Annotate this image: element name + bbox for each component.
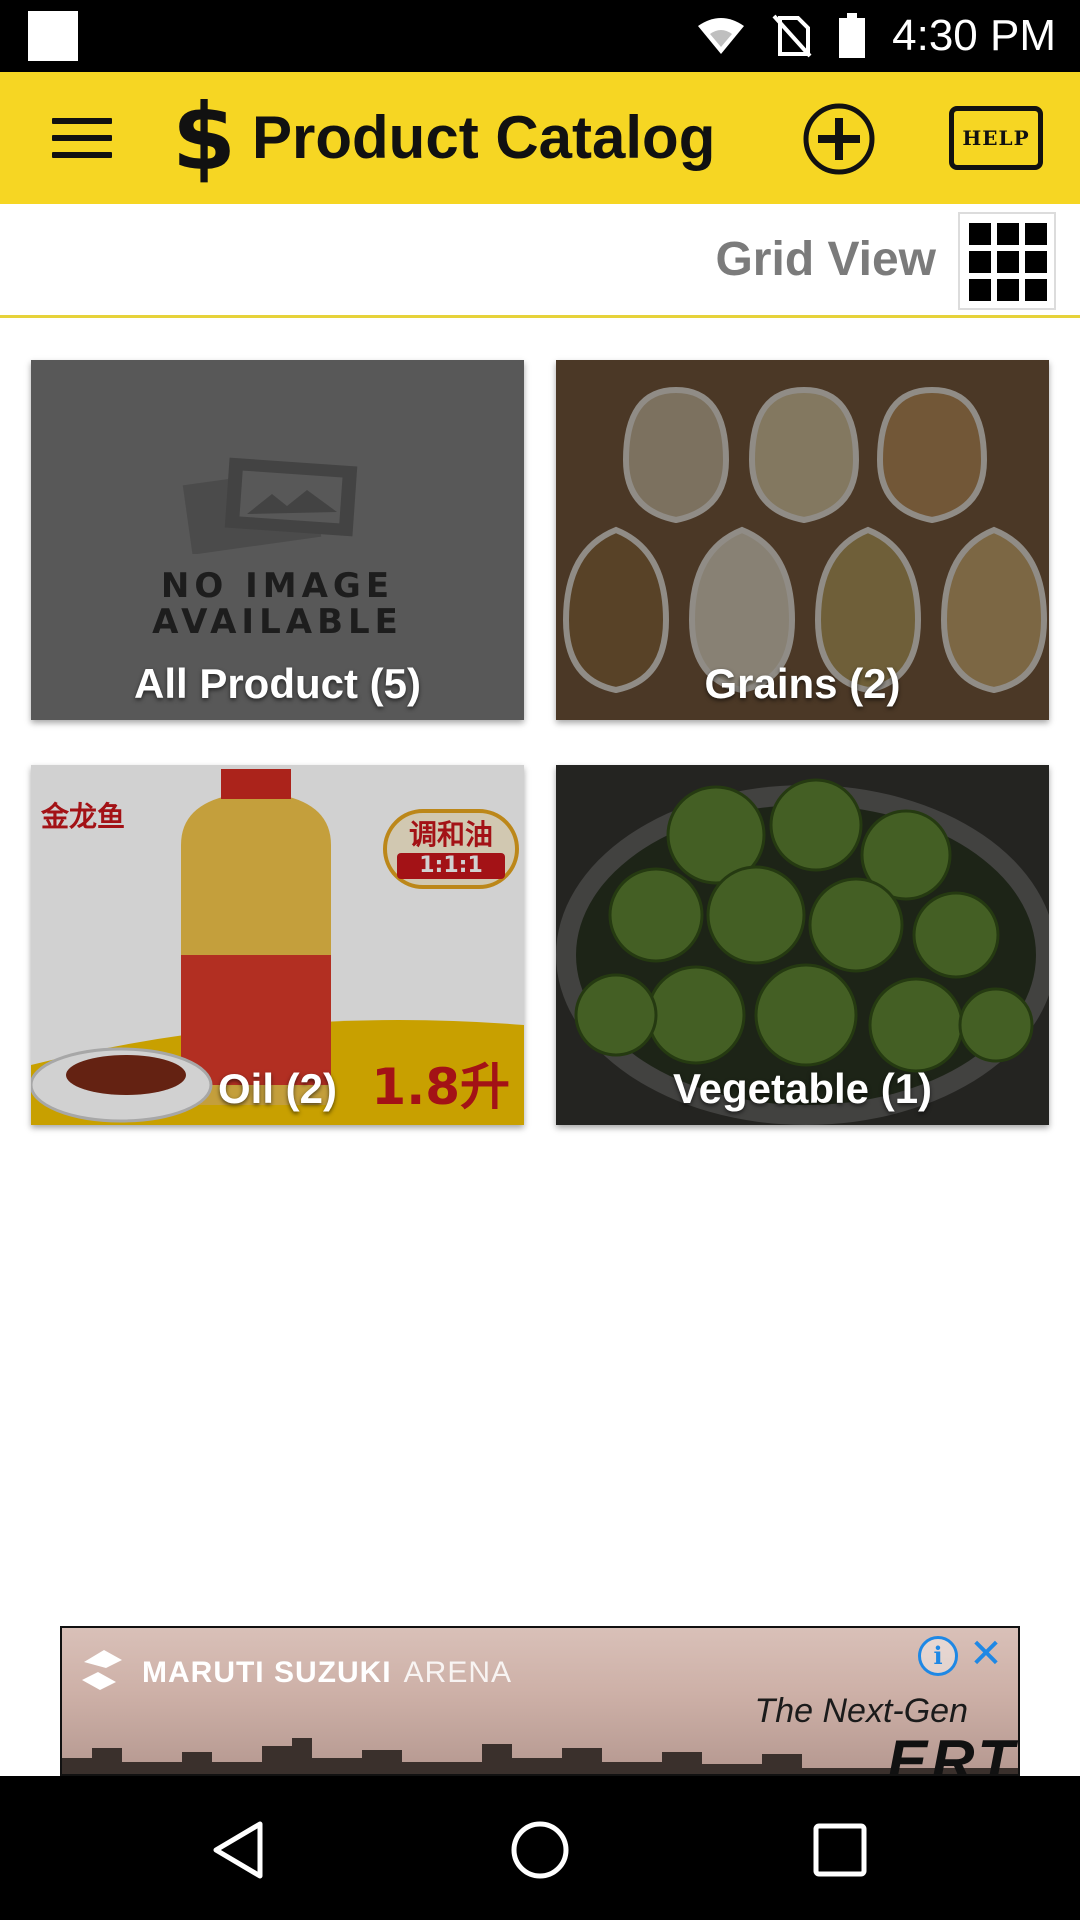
wifi-icon: [698, 18, 745, 54]
grid-icon-cell: [997, 251, 1019, 273]
status-time: 4:30 PM: [892, 11, 1056, 60]
grid-icon-cell: [969, 251, 991, 273]
category-label: All Product (5): [133, 660, 421, 707]
app-bar: $ Product Catalog HELP: [0, 72, 1080, 204]
ad-brand: MARUTI SUZUKI ARENA: [142, 1656, 512, 1690]
status-bar: 4:30 PM: [0, 0, 1080, 72]
grid-icon-cell: [969, 279, 991, 301]
menu-icon-bar: [52, 152, 112, 158]
status-icons: 4:30 PM: [696, 0, 1056, 72]
grid-icon: [969, 223, 991, 245]
battery-icon: [839, 13, 866, 58]
suzuki-logo-icon: [82, 1650, 122, 1690]
category-tile-oil[interactable]: 金龙鱼 调和油 1:1:1 1.8升 Oil (2): [31, 765, 524, 1125]
dollar-icon: $: [172, 84, 237, 191]
notification-icon: [28, 11, 78, 61]
category-tile-vegetable[interactable]: Vegetable (1): [556, 765, 1049, 1125]
ad-info-icon[interactable]: i: [918, 1636, 958, 1676]
ad-headline: ERT: [887, 1728, 1018, 1776]
recents-icon[interactable]: [808, 1818, 872, 1882]
system-nav-bar: [0, 1776, 1080, 1920]
home-icon[interactable]: [508, 1818, 572, 1882]
view-toolbar: Grid View: [0, 204, 1080, 318]
category-tile-all-product[interactable]: NO IMAGE AVAILABLE All Product (5): [31, 360, 524, 720]
menu-icon-bar: [52, 135, 112, 141]
menu-button[interactable]: [52, 112, 112, 164]
grid-view-button[interactable]: [958, 212, 1056, 310]
grid-icon-cell: [997, 279, 1019, 301]
grid-icon-cell: [1025, 251, 1047, 273]
add-button[interactable]: [802, 102, 876, 176]
back-icon[interactable]: [208, 1818, 272, 1882]
ad-brand-sub: ARENA: [403, 1656, 513, 1689]
menu-icon: [52, 118, 112, 124]
view-mode-label: Grid View: [715, 233, 936, 286]
category-label: Vegetable (1): [672, 1065, 933, 1112]
category-label: Oil (2): [217, 1065, 337, 1112]
ad-brand-text: MARUTI SUZUKI: [142, 1656, 392, 1689]
grid-icon-cell: [1025, 279, 1047, 301]
page-title: Product Catalog: [252, 104, 716, 171]
category-tile-grains[interactable]: Grains (2): [556, 360, 1049, 720]
grid-icon-cell: [1025, 223, 1047, 245]
category-label: Grains (2): [704, 660, 901, 707]
ad-close-icon[interactable]: ✕: [966, 1634, 1006, 1674]
no-sim-icon: [772, 14, 812, 58]
ad-tagline: The Next-Gen: [754, 1692, 968, 1730]
ad-banner[interactable]: MARUTI SUZUKI ARENA The Next-Gen ERT i ✕: [60, 1626, 1020, 1776]
help-button[interactable]: HELP: [949, 106, 1043, 170]
grid-icon-cell: [997, 223, 1019, 245]
ad-skyline: [62, 1738, 1018, 1774]
